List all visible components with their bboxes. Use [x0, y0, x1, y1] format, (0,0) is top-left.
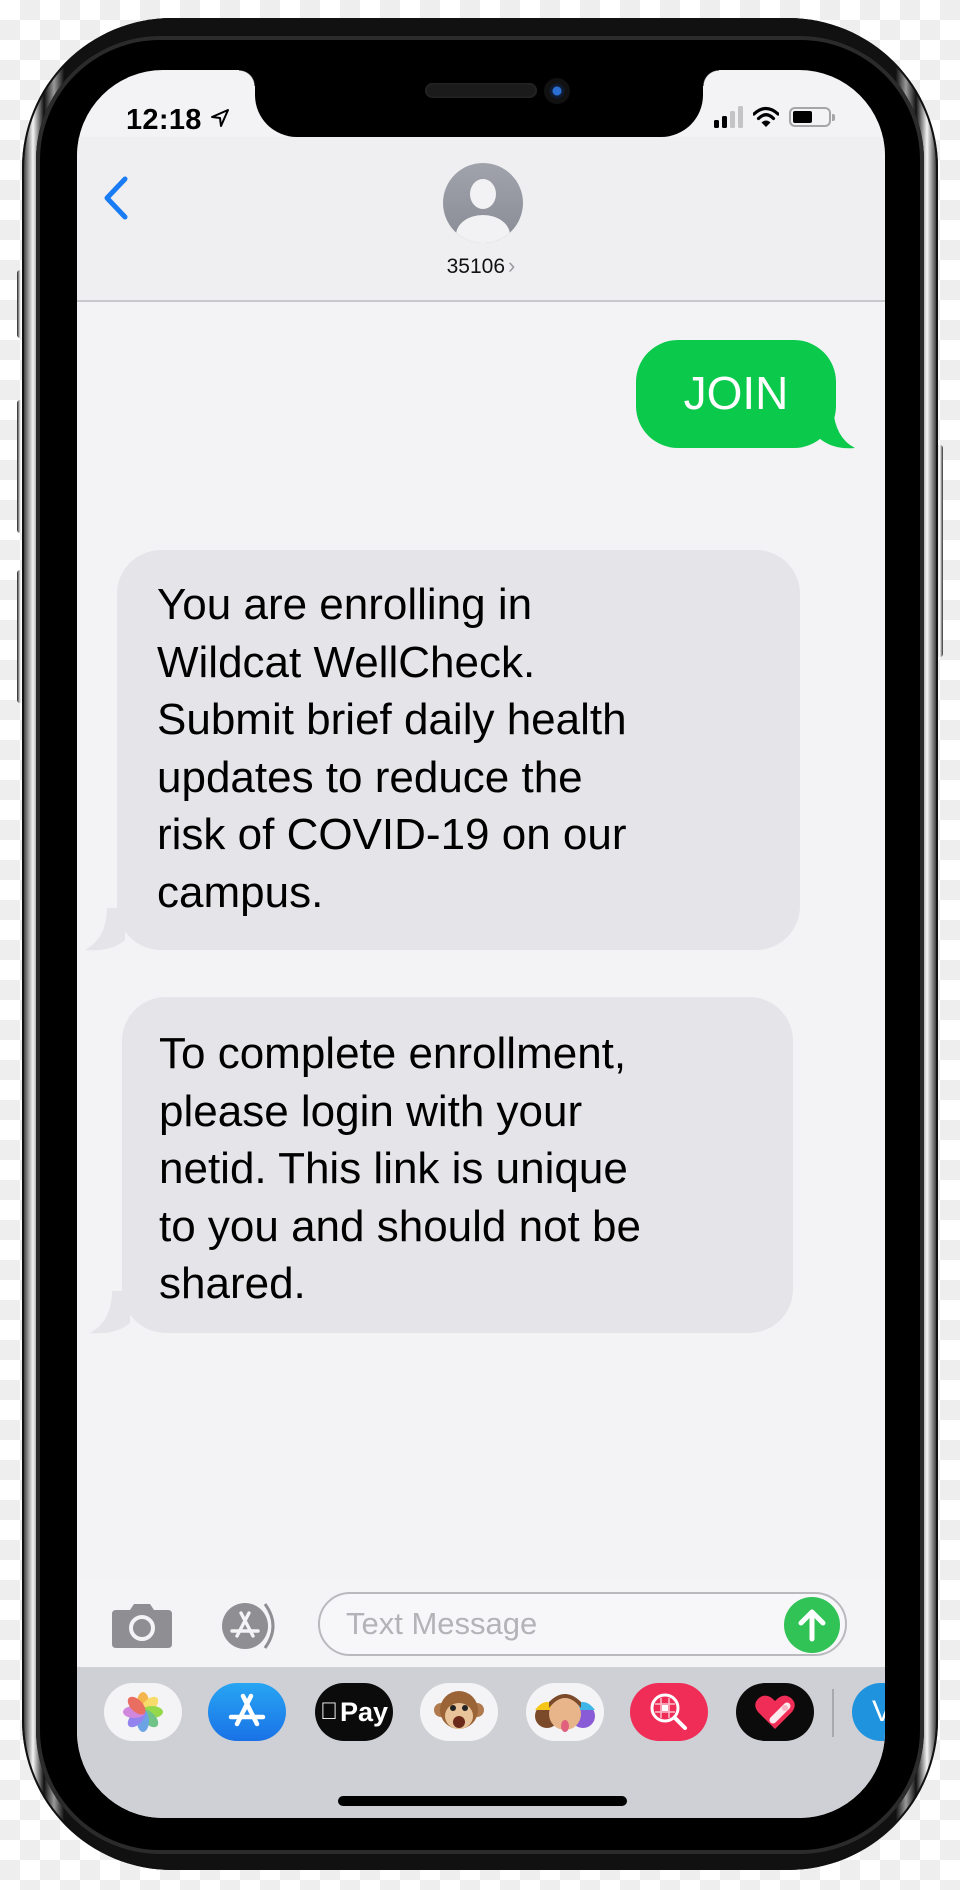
- app-venmo[interactable]: V: [852, 1683, 885, 1741]
- front-camera: [544, 78, 570, 104]
- signal-strength-icon: [714, 106, 743, 128]
- app-images-search[interactable]: [630, 1683, 708, 1741]
- photos-icon: [123, 1692, 163, 1732]
- camera-button[interactable]: [112, 1602, 172, 1648]
- incoming-message[interactable]: To complete enrollment, please login wit…: [122, 997, 793, 1333]
- wifi-icon: [753, 106, 779, 127]
- apple-pay-icon: : [320, 1698, 338, 1726]
- app-photos[interactable]: [104, 1683, 182, 1741]
- status-time: 12:18: [126, 104, 202, 136]
- monkey-animoji-icon: [434, 1691, 484, 1729]
- apple-pay-label: Pay: [330, 1696, 388, 1727]
- person-avatar-icon: [470, 179, 496, 209]
- app-store-button[interactable]: [215, 1602, 285, 1650]
- battery-level: [793, 111, 812, 123]
- app-memoji-stickers[interactable]: [526, 1683, 604, 1741]
- phone-screen: 12:18 35106 › JOIN You are enrolling in …: [77, 70, 885, 1818]
- memoji-icon: [535, 1694, 595, 1732]
- message-text: JOIN: [683, 367, 789, 420]
- message-text: You are enrolling in Wildcat WellCheck. …: [157, 580, 627, 917]
- app-animoji[interactable]: [420, 1683, 498, 1741]
- text-message-input[interactable]: [318, 1592, 847, 1656]
- chevron-right-icon: ›: [508, 253, 516, 278]
- drawer-separator: [832, 1689, 834, 1737]
- app-digital-touch[interactable]: [736, 1683, 814, 1741]
- imessage-app-drawer: Pay: [77, 1667, 885, 1818]
- notch: [239, 70, 719, 137]
- arrow-up-icon: [798, 1609, 826, 1642]
- incoming-message[interactable]: You are enrolling in Wildcat WellCheck. …: [117, 550, 800, 950]
- back-button[interactable]: [99, 175, 133, 221]
- status-indicators: [714, 103, 835, 131]
- contact-name: 35106: [446, 255, 506, 278]
- contact-name-button[interactable]: 35106 ›: [77, 253, 885, 279]
- battery-icon: [789, 107, 835, 127]
- location-arrow-icon: [211, 109, 229, 127]
- app-apple-pay[interactable]: Pay: [315, 1683, 393, 1741]
- heart-touch-icon: [755, 1695, 795, 1729]
- image-search-icon: [650, 1693, 687, 1730]
- compose-bar: [77, 1580, 885, 1667]
- message-text: To complete enrollment, please login wit…: [159, 1029, 641, 1308]
- app-store-icon: [228, 1693, 266, 1727]
- outgoing-message[interactable]: JOIN: [636, 340, 836, 448]
- speaker-grille: [425, 83, 537, 98]
- venmo-icon: V: [872, 1695, 885, 1728]
- app-app-store[interactable]: [208, 1683, 286, 1741]
- avatar-body: [456, 215, 510, 243]
- home-indicator[interactable]: [338, 1796, 627, 1806]
- contact-avatar[interactable]: [443, 163, 523, 243]
- send-button[interactable]: [784, 1597, 840, 1653]
- conversation-header: 35106 ›: [77, 137, 885, 302]
- outgoing-bubble-tail: [819, 408, 855, 449]
